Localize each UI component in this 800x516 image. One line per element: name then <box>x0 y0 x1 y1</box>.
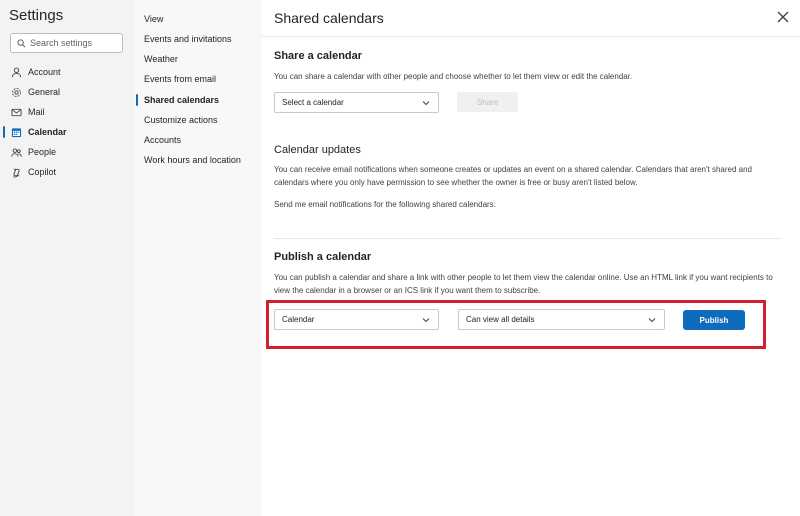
subnav-item-shared-calendars[interactable]: Shared calendars <box>144 95 219 105</box>
mail-icon <box>11 108 22 116</box>
nav-item-label: Copilot <box>28 167 57 177</box>
calendar-icon <box>11 127 22 137</box>
notify-label: Send me email notifications for the foll… <box>274 200 496 209</box>
share-calendar-select[interactable]: Select a calendar <box>274 92 439 113</box>
people-icon <box>11 147 22 157</box>
chevron-down-icon <box>648 318 656 323</box>
subnav-item-work-hours[interactable]: Work hours and location <box>144 155 241 165</box>
search-input[interactable] <box>30 38 120 48</box>
subnav-item-events-invitations[interactable]: Events and invitations <box>144 34 232 44</box>
page-title: Shared calendars <box>274 10 384 26</box>
nav-item-label: People <box>28 147 57 157</box>
publish-calendar-value: Calendar <box>282 315 315 324</box>
selection-indicator <box>136 94 138 106</box>
nav-item-label: Calendar <box>28 127 67 137</box>
settings-title: Settings <box>9 7 64 24</box>
search-icon <box>17 38 26 47</box>
publish-permission-value: Can view all details <box>466 315 535 324</box>
subnav-item-accounts[interactable]: Accounts <box>144 135 181 145</box>
header-divider <box>262 36 800 37</box>
nav-item-label: Mail <box>28 107 45 117</box>
nav-item-calendar[interactable]: Calendar <box>0 122 134 142</box>
subnav-item-customize-actions[interactable]: Customize actions <box>144 115 218 125</box>
updates-heading: Calendar updates <box>274 144 361 156</box>
share-heading: Share a calendar <box>274 50 363 62</box>
nav-item-copilot[interactable]: Copilot <box>0 162 134 182</box>
nav-item-account[interactable]: Account <box>0 62 134 82</box>
person-icon <box>11 67 22 77</box>
subnav-item-weather[interactable]: Weather <box>144 54 178 64</box>
publish-description: You can publish a calendar and share a l… <box>274 273 773 295</box>
subnav-item-events-from-email[interactable]: Events from email <box>144 74 216 84</box>
nav-item-people[interactable]: People <box>0 142 134 162</box>
share-select-value: Select a calendar <box>282 98 344 107</box>
nav-item-label: Account <box>28 67 61 77</box>
publish-button[interactable]: Publish <box>683 310 745 330</box>
settings-rail: Settings Account General Mail Calendar P… <box>0 0 134 516</box>
publish-calendar-select[interactable]: Calendar <box>274 309 439 330</box>
nav-item-general[interactable]: General <box>0 82 134 102</box>
main-panel: Shared calendars Share a calendar You ca… <box>262 0 800 516</box>
publish-permission-select[interactable]: Can view all details <box>458 309 665 330</box>
section-divider <box>274 238 781 239</box>
subnav-item-view[interactable]: View <box>144 14 163 24</box>
updates-description: You can receive email notifications when… <box>274 165 752 187</box>
share-button[interactable]: Share <box>457 92 518 112</box>
copilot-icon <box>13 168 20 177</box>
publish-heading: Publish a calendar <box>274 251 372 263</box>
calendar-subnav: View Events and invitations Weather Even… <box>134 0 262 516</box>
nav-item-mail[interactable]: Mail <box>0 102 134 122</box>
gear-icon <box>12 87 21 97</box>
chevron-down-icon <box>422 318 430 323</box>
close-icon[interactable] <box>775 9 791 25</box>
search-box[interactable] <box>10 33 123 53</box>
settings-nav: Account General Mail Calendar People Cop… <box>0 62 134 182</box>
nav-item-label: General <box>28 87 61 97</box>
share-description: You can share a calendar with other peop… <box>274 72 633 81</box>
chevron-down-icon <box>422 101 430 106</box>
